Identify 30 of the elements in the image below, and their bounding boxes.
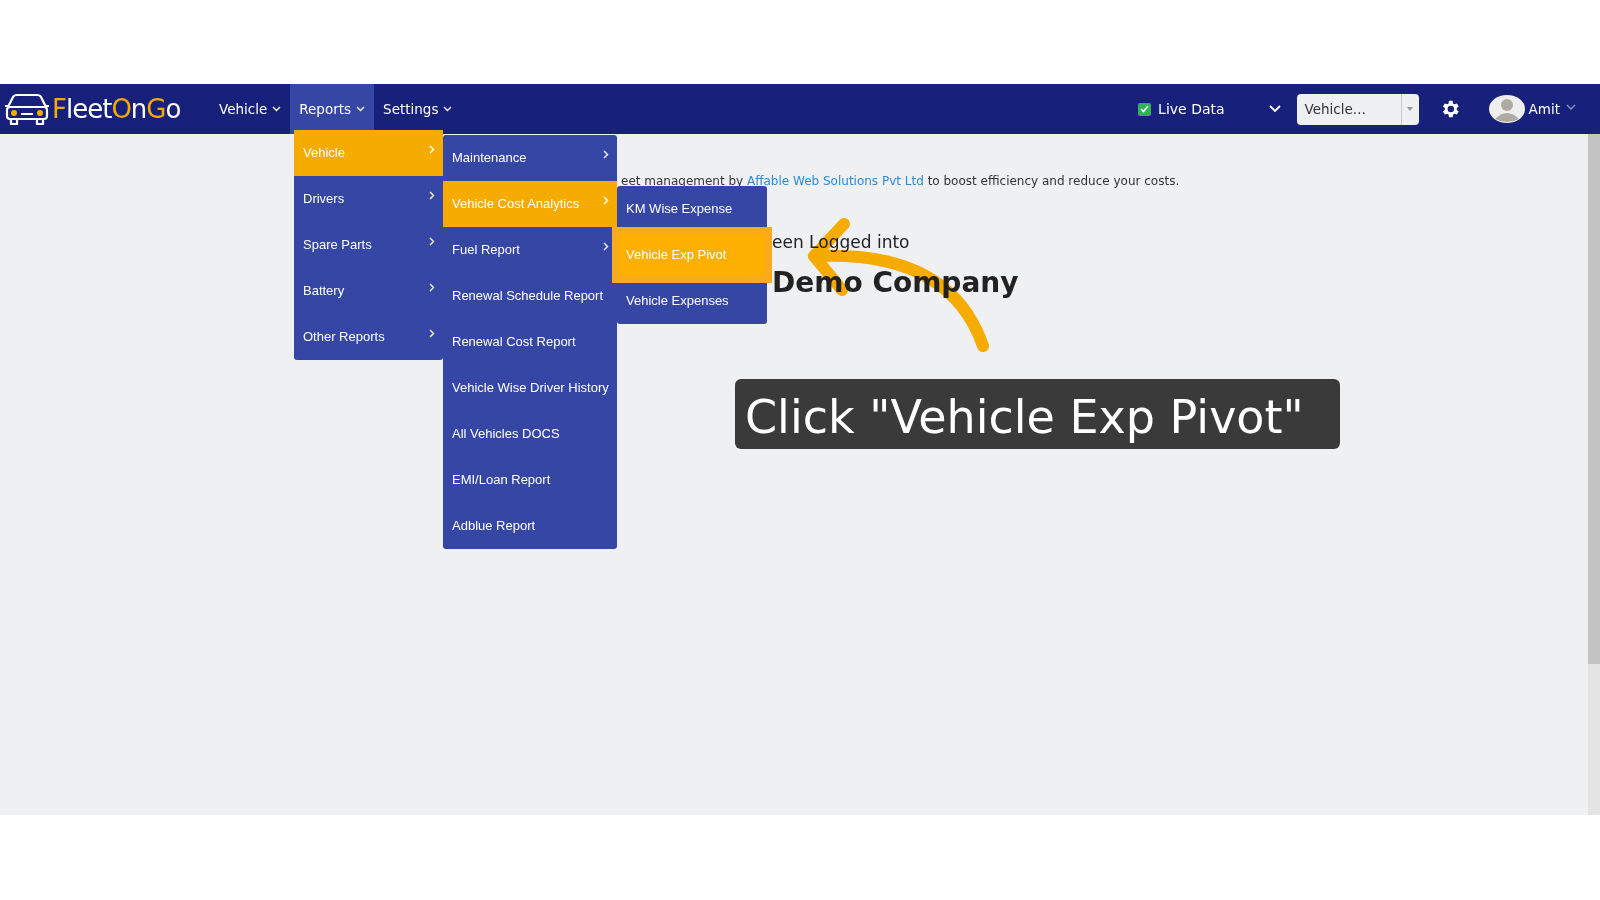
car-icon (4, 92, 50, 126)
menu-item[interactable]: Renewal Schedule Report (443, 273, 617, 319)
menu-item[interactable]: Renewal Cost Report (443, 319, 617, 365)
menu-item[interactable]: EMI/Loan Report (443, 457, 617, 503)
live-data-toggle[interactable]: Live Data (1132, 97, 1231, 121)
chevron-right-icon[interactable] (603, 149, 609, 159)
instruction-callout: Click "Vehicle Exp Pivot" (735, 379, 1340, 449)
menu-item[interactable]: Drivers (294, 176, 443, 222)
menu-item[interactable]: Spare Parts (294, 222, 443, 268)
menu-item[interactable]: Maintenance (443, 135, 617, 181)
chevron-right-icon[interactable] (429, 236, 435, 246)
menu-item[interactable]: KM Wise Expense (617, 186, 767, 232)
chevron-right-icon[interactable] (429, 190, 435, 200)
menu-item[interactable]: Other Reports (294, 314, 443, 360)
vehicle-select[interactable]: Vehicle... (1296, 93, 1419, 125)
menu-item[interactable]: All Vehicles DOCS (443, 411, 617, 457)
nav-menu-item[interactable]: Vehicle (210, 84, 291, 134)
user-name[interactable]: Amit (1528, 98, 1560, 120)
avatar-icon[interactable] (1488, 95, 1525, 123)
logo-text[interactable]: FleetOnGo (52, 89, 181, 129)
chevron-right-icon[interactable] (429, 328, 435, 338)
checkbox[interactable] (1138, 102, 1152, 116)
menu-item[interactable]: Battery (294, 268, 443, 314)
chevron-right-icon[interactable] (429, 282, 435, 292)
nav-menu-item[interactable]: Reports (290, 84, 375, 134)
menu-item[interactable]: Vehicle Wise Driver History (443, 365, 617, 411)
chevron-right-icon[interactable] (603, 241, 609, 251)
menu-item[interactable]: Vehicle Expenses (617, 278, 767, 324)
scrollbar[interactable] (1588, 134, 1600, 815)
menu-item[interactable]: Adblue Report (443, 503, 617, 549)
